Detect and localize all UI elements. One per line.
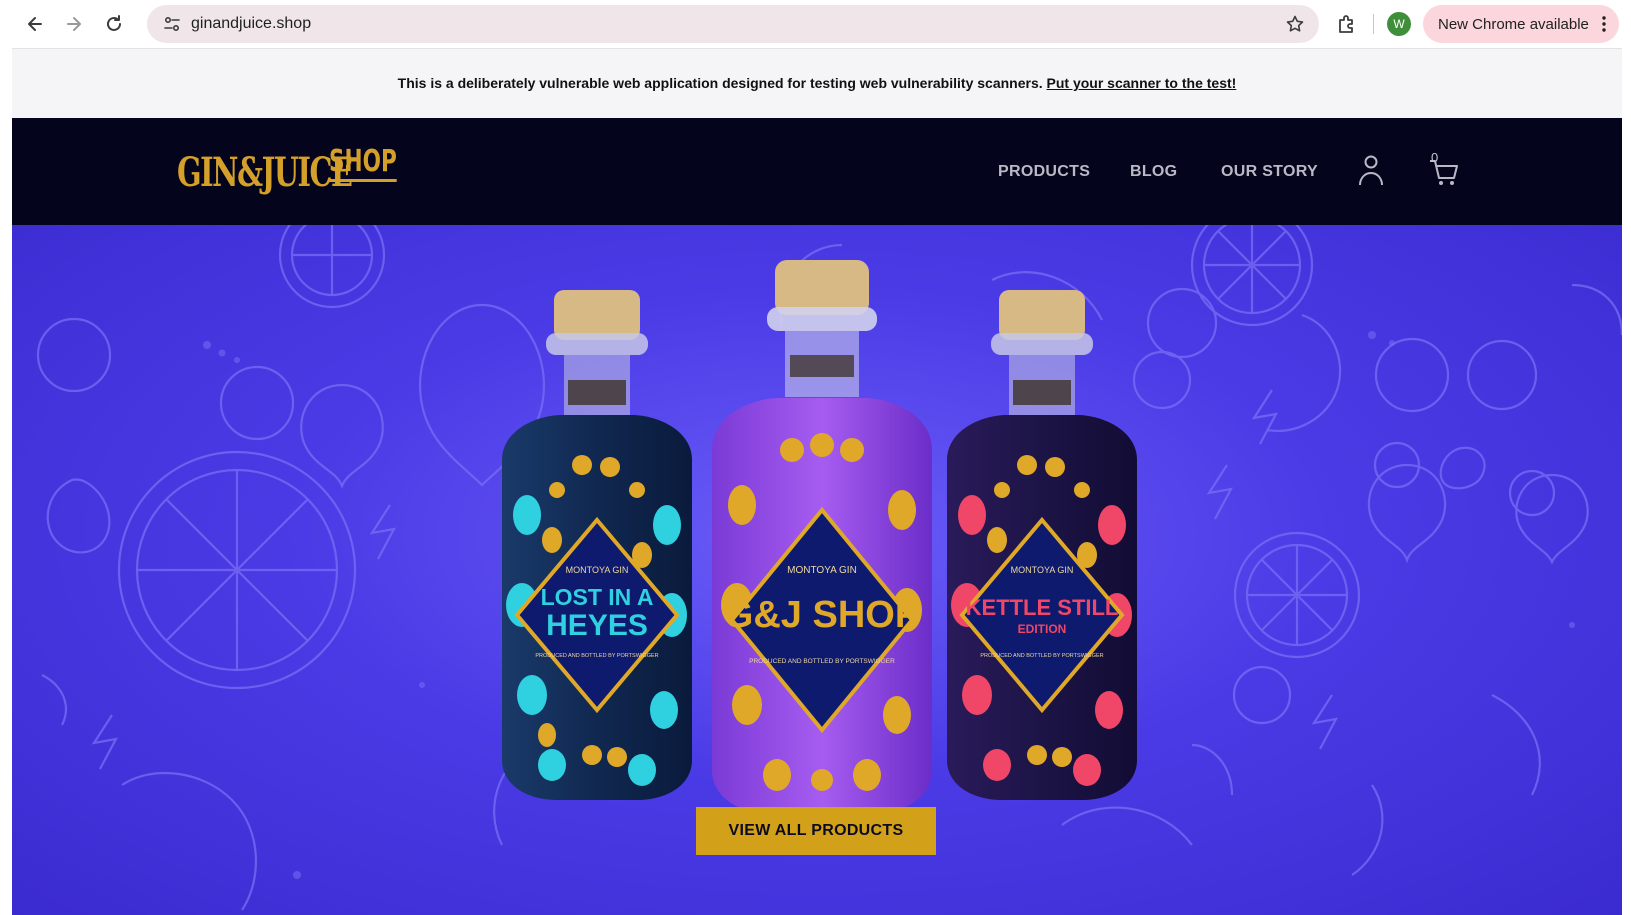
nav-products[interactable]: PRODUCTS: [998, 163, 1090, 181]
bottle-right-small: PRODUCED AND BOTTLED BY PORTSWIGGER: [980, 653, 1103, 659]
hero-banner: MONTOYA GIN LOST IN A HEYES PRODUCED AND…: [12, 225, 1622, 915]
more-vert-icon[interactable]: [1601, 15, 1607, 33]
site-header: GIN&JUICE SHOP PRODUCTS BLOG OUR STORY 0: [12, 118, 1622, 225]
address-bar[interactable]: ginandjuice.shop: [147, 5, 1319, 43]
back-icon[interactable]: [20, 9, 50, 39]
bottle-left-small: PRODUCED AND BOTTLED BY PORTSWIGGER: [535, 653, 658, 659]
bottle-right-brand: MONTOYA GIN: [1011, 565, 1074, 575]
bottle-left-name-2: HEYES: [546, 609, 648, 642]
account-icon[interactable]: [1355, 153, 1387, 187]
bookmark-star-icon[interactable]: [1285, 14, 1305, 34]
bottle-lost-in-a-heyes[interactable]: MONTOYA GIN LOST IN A HEYES PRODUCED AND…: [482, 285, 712, 805]
scanner-test-link[interactable]: Put your scanner to the test!: [1047, 75, 1237, 91]
bottle-center-name: G&J SHOP: [724, 594, 920, 636]
bottle-right-name-2: EDITION: [1018, 622, 1067, 636]
toolbar-divider: [1373, 14, 1374, 34]
nav-our-story[interactable]: OUR STORY: [1221, 163, 1318, 181]
browser-window: ginandjuice.shop W New Chrome available …: [12, 0, 1622, 915]
bottle-center-brand: MONTOYA GIN: [787, 565, 857, 576]
notice-text: This is a deliberately vulnerable web ap…: [397, 75, 1043, 91]
url-text[interactable]: ginandjuice.shop: [191, 15, 311, 33]
notice-content: This is a deliberately vulnerable web ap…: [12, 75, 1622, 91]
site-logo[interactable]: GIN&JUICE SHOP: [177, 145, 419, 195]
extensions-icon[interactable]: [1335, 12, 1359, 36]
logo-shop-text: SHOP: [329, 145, 397, 182]
bottle-center-small: PRODUCED AND BOTTLED BY PORTSWIGGER: [749, 658, 895, 665]
bottle-left-name-1: LOST IN A: [541, 584, 654, 610]
vulnerability-notice: This is a deliberately vulnerable web ap…: [12, 49, 1622, 118]
bottle-gj-shop[interactable]: MONTOYA GIN G&J SHOP PRODUCED AND BOTTLE…: [697, 255, 947, 815]
bottle-right-name-1: KETTLE STILL: [966, 595, 1119, 620]
reload-icon[interactable]: [99, 9, 129, 39]
site-settings-icon[interactable]: [163, 15, 181, 33]
browser-toolbar: ginandjuice.shop W New Chrome available: [12, 0, 1622, 49]
nav-blog[interactable]: BLOG: [1130, 163, 1177, 181]
bottle-kettle-still[interactable]: MONTOYA GIN KETTLE STILL EDITION PRODUCE…: [927, 285, 1157, 805]
new-chrome-available-button[interactable]: New Chrome available: [1423, 5, 1619, 43]
forward-icon[interactable]: [59, 9, 89, 39]
view-all-products-button[interactable]: VIEW ALL PRODUCTS: [696, 807, 936, 855]
cart-count: 0: [1431, 150, 1439, 165]
logo-main-text: GIN&JUICE: [177, 149, 353, 196]
profile-avatar[interactable]: W: [1387, 12, 1411, 36]
update-label: New Chrome available: [1438, 16, 1589, 33]
bottle-left-brand: MONTOYA GIN: [566, 565, 629, 575]
